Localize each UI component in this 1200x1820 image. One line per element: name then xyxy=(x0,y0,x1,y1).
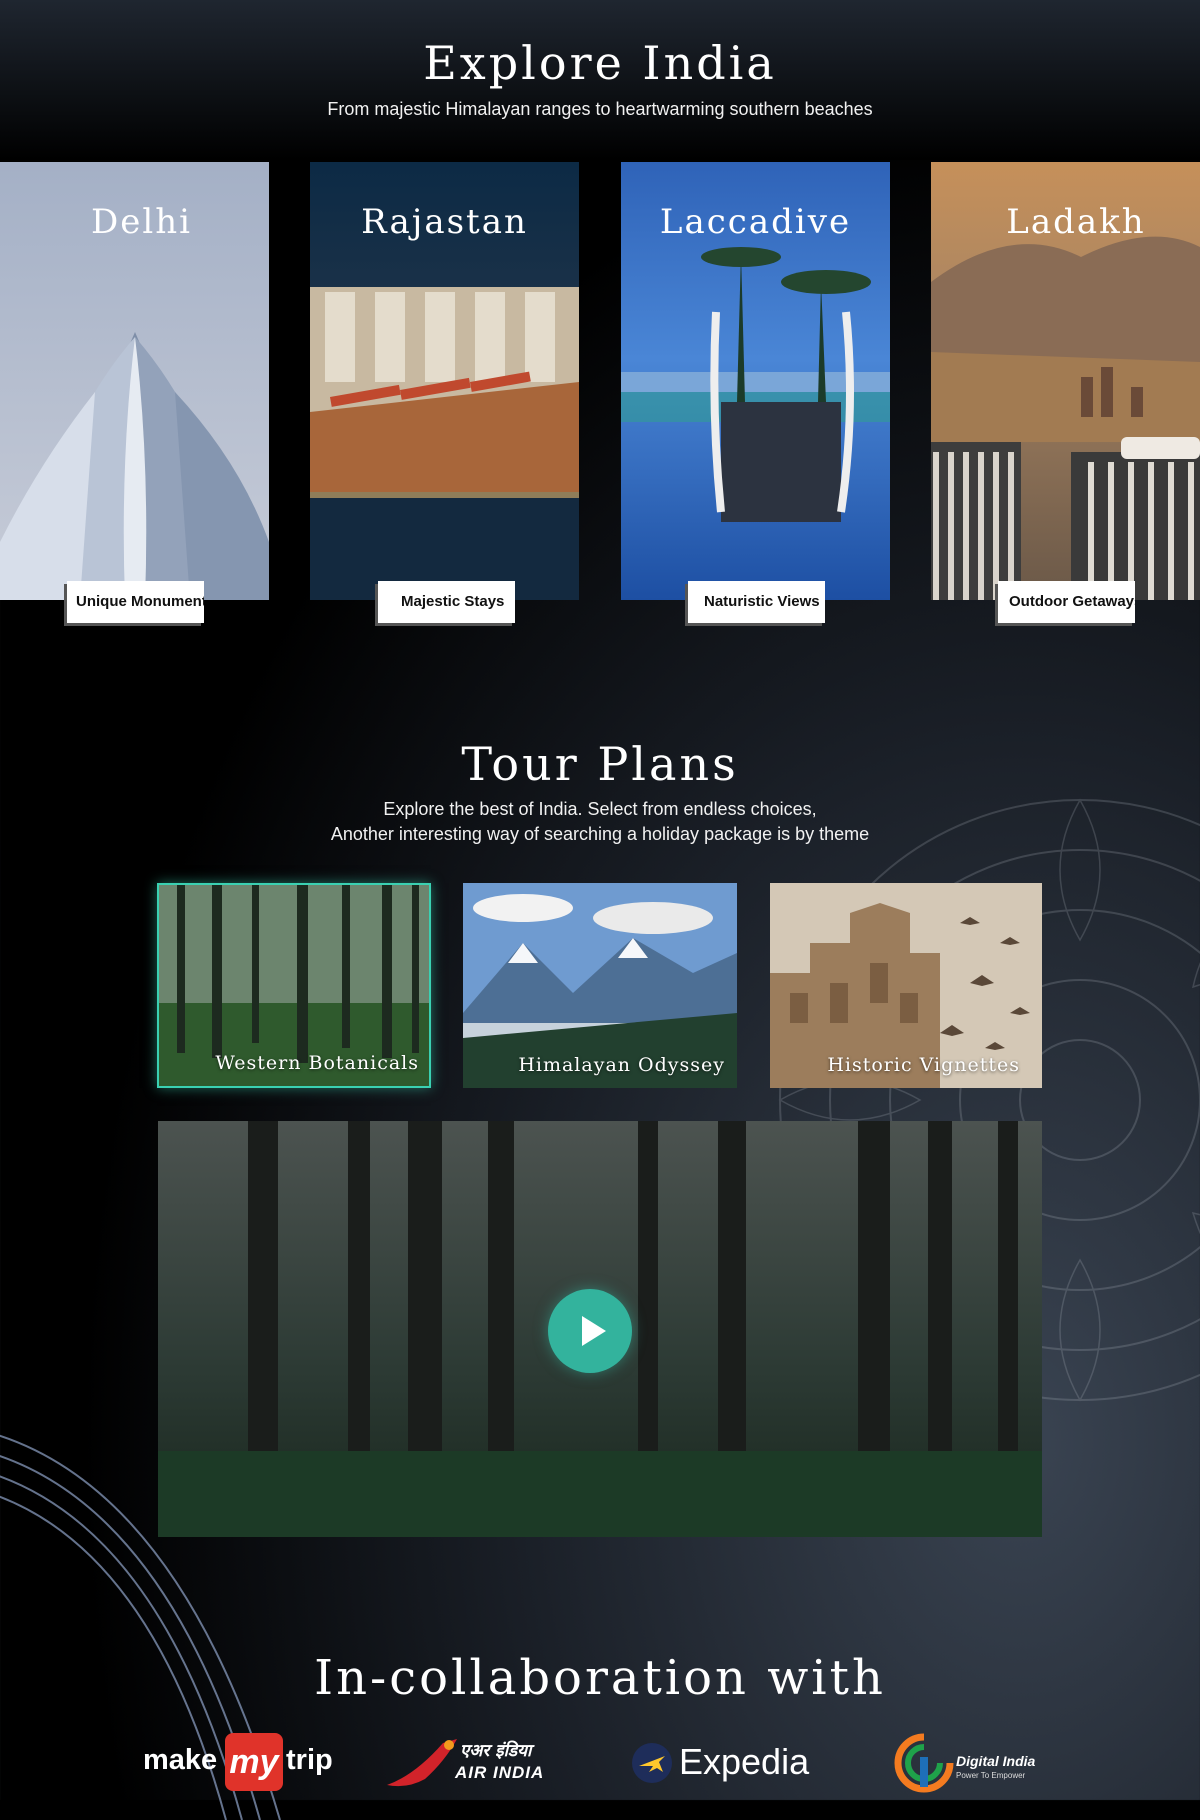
theme-card-historic-vignettes[interactable]: Historic Vignettes xyxy=(770,883,1042,1088)
explore-title: Explore India xyxy=(423,36,777,90)
destination-name-ladakh: Ladakh xyxy=(1006,202,1146,242)
destination-name-rajastan: Rajastan xyxy=(361,202,528,242)
air-india-maharaja-icon xyxy=(387,1739,457,1787)
theme-label-historic-vignettes: Historic Vignettes xyxy=(827,1054,1020,1076)
destination-card-ladakh[interactable]: Ladakh xyxy=(931,162,1200,600)
tours-subtitle-line2: Another interesting way of searching a h… xyxy=(330,824,870,844)
theme-card-himalayan-odyssey[interactable]: Himalayan Odyssey xyxy=(463,883,737,1088)
makemytrip-logo: make my trip xyxy=(143,1733,343,1793)
expedia-plane-icon xyxy=(632,1743,672,1783)
digital-india-logo: Digital India Power To Empower xyxy=(894,1733,1074,1793)
destination-tag-laccadive[interactable]: Naturistic Views xyxy=(688,581,825,623)
destination-name-delhi: Delhi xyxy=(90,202,193,242)
tours-subtitle-line1: Explore the best of India. Select from e… xyxy=(383,799,817,819)
destination-tag-delhi[interactable]: Unique Monuments xyxy=(67,581,204,623)
collab-title: In-collaboration with xyxy=(314,1650,886,1706)
expedia-logo: Expedia xyxy=(631,1733,811,1793)
tours-title: Tour Plans xyxy=(461,737,739,791)
theme-label-western-botanicals: Western Botanicals xyxy=(215,1052,419,1074)
destination-card-laccadive[interactable]: Laccadive xyxy=(621,162,890,600)
play-button[interactable] xyxy=(548,1289,632,1373)
destination-tag-rajastan[interactable]: Majestic Stays xyxy=(378,581,515,623)
destination-name-laccadive: Laccadive xyxy=(659,202,852,242)
destination-card-rajastan[interactable]: Rajastan xyxy=(310,162,579,600)
destination-card-delhi[interactable]: Delhi xyxy=(0,162,269,600)
digital-india-emblem-icon xyxy=(894,1733,954,1793)
theme-card-western-botanicals[interactable]: Western Botanicals xyxy=(157,883,431,1088)
explore-subtitle: From majestic Himalayan ranges to heartw… xyxy=(327,99,873,119)
theme-label-himalayan-odyssey: Himalayan Odyssey xyxy=(518,1054,725,1076)
air-india-logo: एअर इंडिया AIR INDIA xyxy=(385,1733,585,1793)
destination-tag-ladakh[interactable]: Outdoor Getaways xyxy=(998,581,1135,623)
